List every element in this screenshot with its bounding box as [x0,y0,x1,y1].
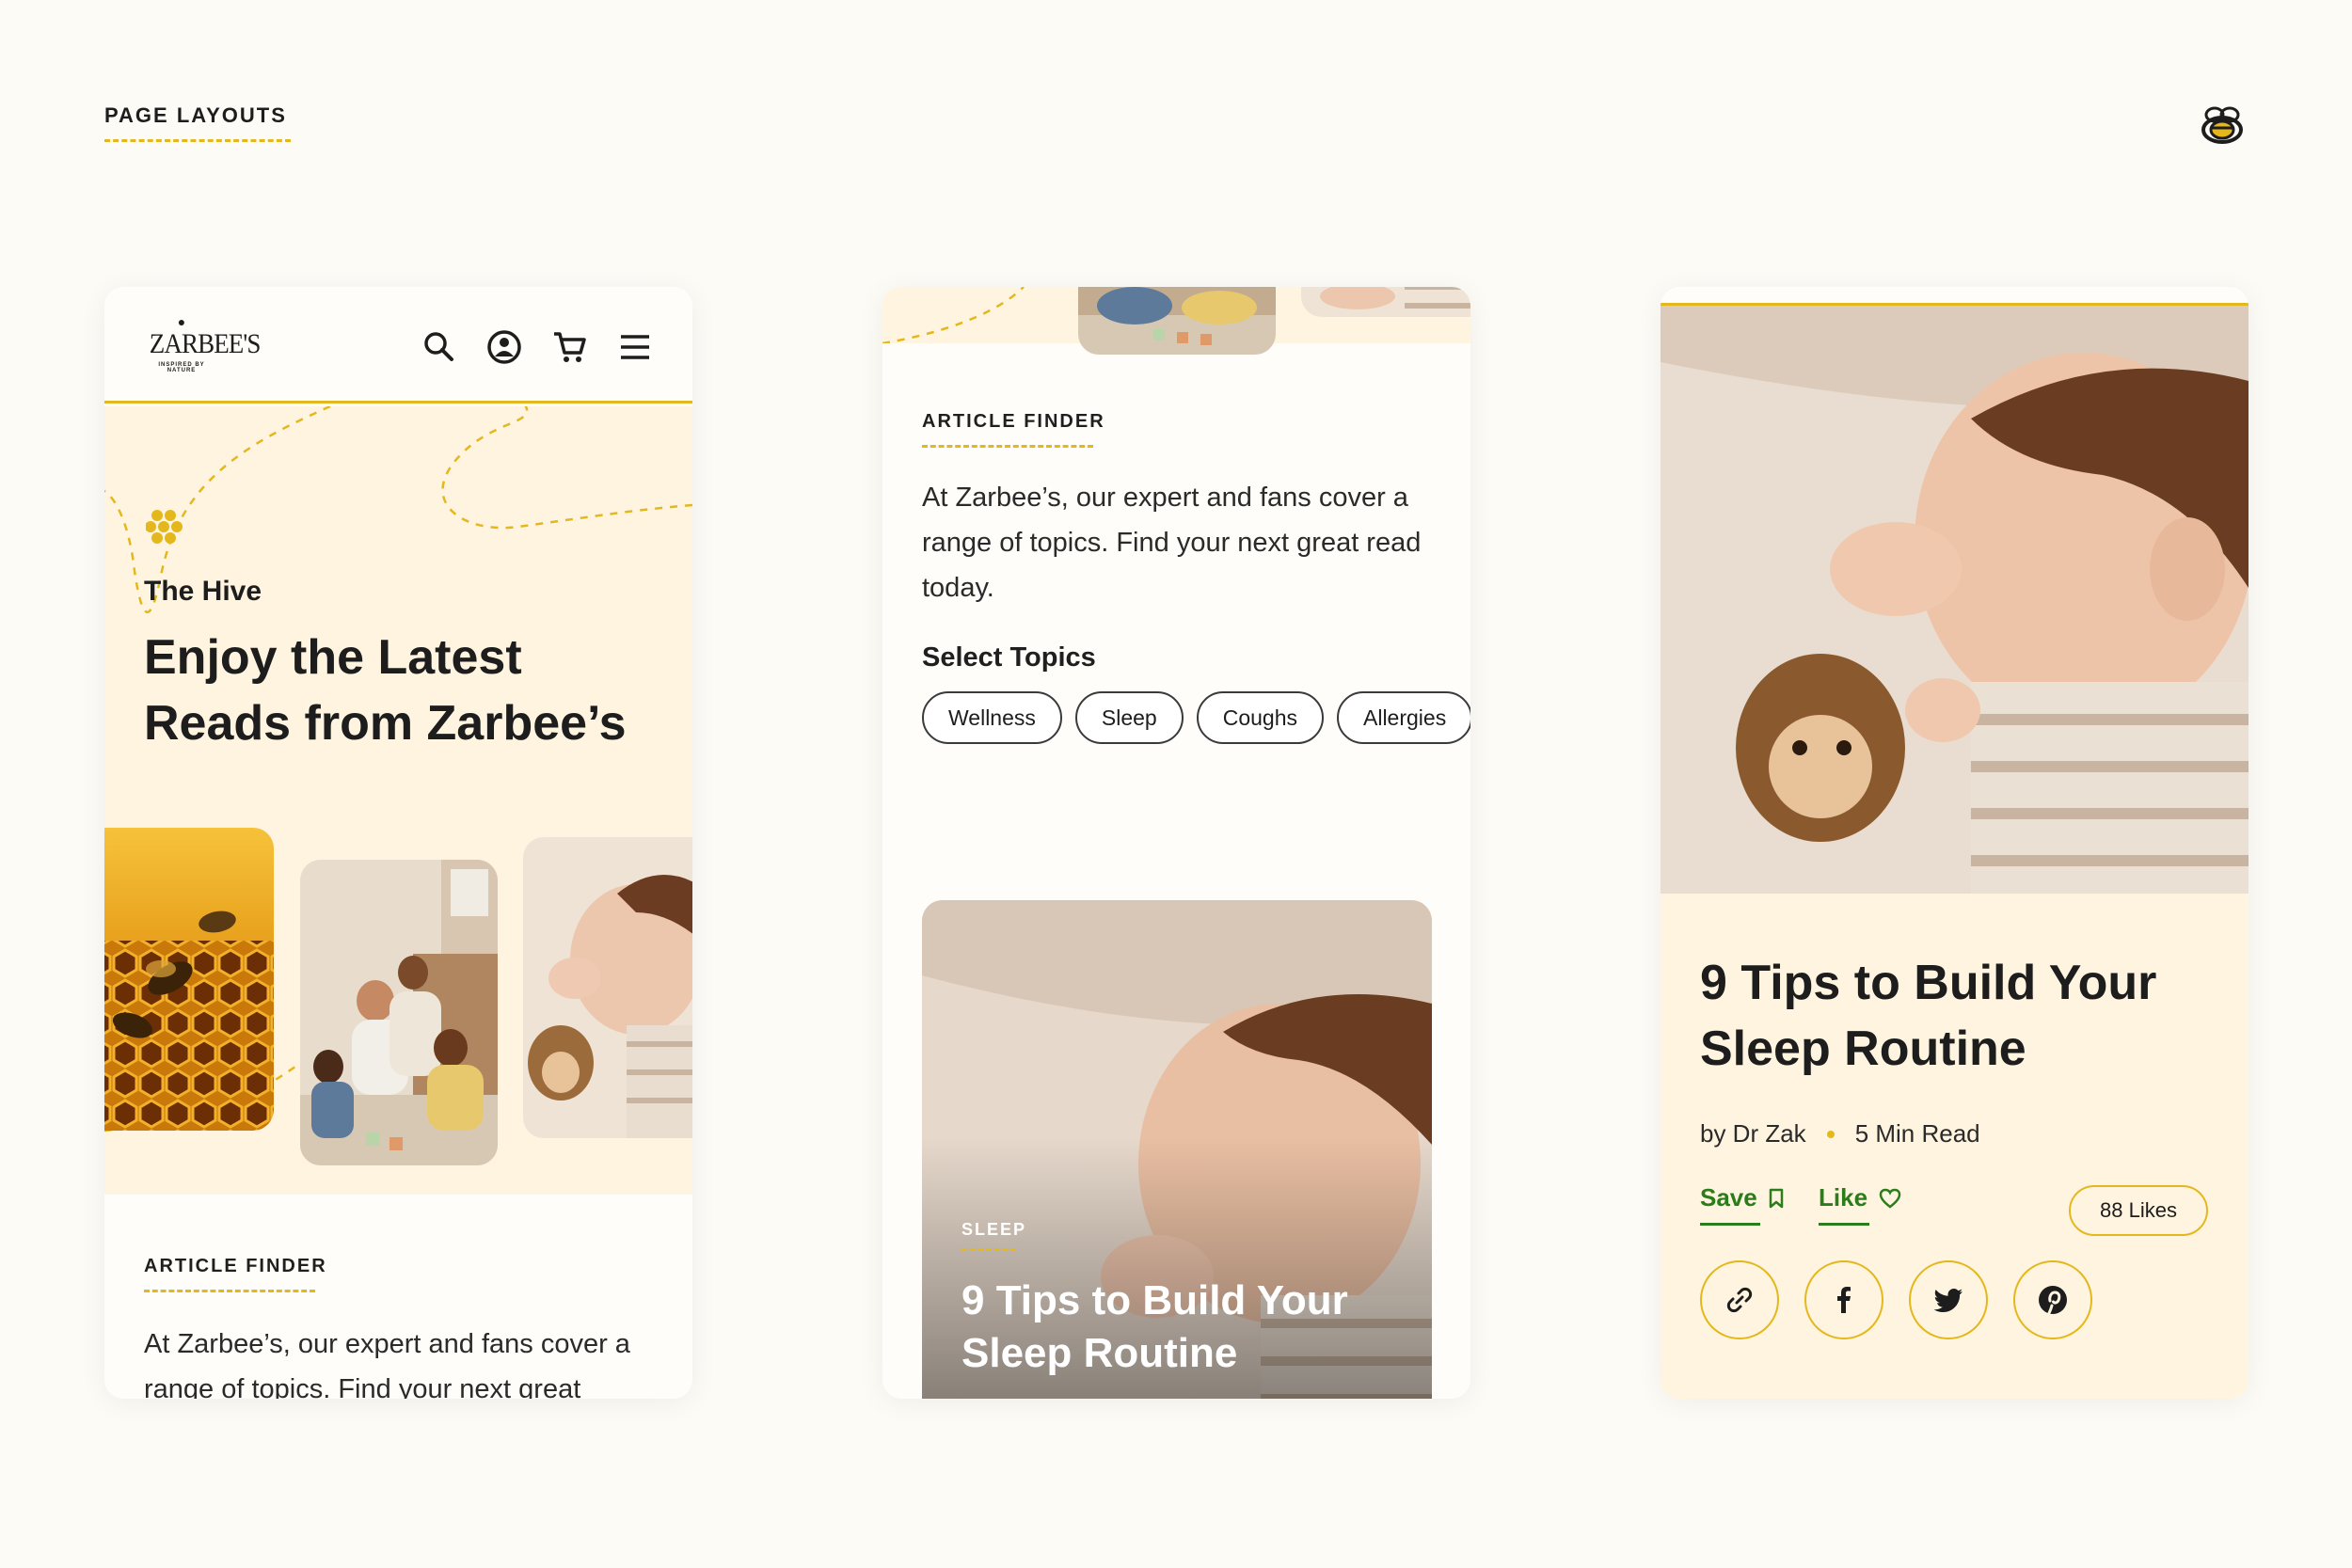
hero-kicker: The Hive [144,576,262,607]
cart-icon[interactable] [550,328,588,366]
hero-title: Enjoy the Latest Reads from Zarbee’s [144,630,627,751]
logo-bee-icon: ● [177,314,186,329]
like-underline [1819,1223,1869,1226]
article-category: SLEEP [961,1220,1027,1239]
link-icon [1726,1287,1753,1313]
topic-chip-coughs[interactable]: Coughs [1196,691,1324,744]
likes-count-badge: 88 Likes [2069,1185,2208,1236]
honeycomb-photo[interactable] [104,828,274,1131]
article-finder-label: ARTICLE FINDER [922,411,1105,432]
article-meta: by Dr Zak 5 Min Read [1700,1119,1980,1148]
copy-link-button[interactable] [1700,1260,1779,1339]
facebook-share-button[interactable] [1804,1260,1883,1339]
sleeping-baby-photo[interactable] [523,837,692,1138]
like-label: Like [1819,1183,1868,1212]
meta-separator-dot [1826,1130,1835,1138]
hero-section: The Hive Enjoy the Latest Reads from Zar… [104,406,692,1195]
article-read-time: 5 Min Read [1854,1119,1980,1148]
site-header: ● ZARBEE'S INSPIRED BY NATURE [104,287,692,404]
like-button[interactable]: Like [1819,1183,1901,1212]
article-header: 9 Tips to Build Your Sleep Routine by Dr… [1661,894,2249,1399]
account-icon[interactable] [485,328,523,366]
pinterest-share-button[interactable] [2013,1260,2092,1339]
article-finder-underline [144,1290,315,1292]
article-finder-description: At Zarbee’s, our expert and fans cover a… [144,1329,630,1399]
topic-chip-wellness[interactable]: Wellness [922,691,1062,744]
save-label: Save [1700,1183,1757,1212]
select-topics-label: Select Topics [922,642,1096,673]
section-label-underline [104,139,291,142]
topic-chip-allergies[interactable]: Allergies [1337,691,1470,744]
family-play-photo[interactable] [300,860,498,1165]
category-underline [961,1248,1016,1251]
article-finder-label: ARTICLE FINDER [144,1256,327,1276]
mobile-article-finder-layout: ARTICLE FINDER At Zarbee’s, our expert a… [882,287,1470,1399]
family-play-photo[interactable] [1078,287,1276,355]
search-icon[interactable] [421,328,458,366]
article-finder-underline [922,445,1093,448]
sleeping-baby-photo [1661,303,2249,894]
save-underline [1700,1223,1760,1226]
topic-chip-sleep[interactable]: Sleep [1074,691,1184,744]
pinterest-icon [2039,1286,2067,1315]
twitter-icon [1933,1289,1963,1312]
honeycomb-icon [146,510,183,544]
featured-article-title[interactable]: 9 Tips to Build Your Sleep Routine [961,1275,1404,1380]
zarbees-logo[interactable]: ● ZARBEE'S INSPIRED BY NATURE [146,314,262,383]
twitter-share-button[interactable] [1909,1260,1988,1339]
article-author[interactable]: by Dr Zak [1700,1119,1806,1148]
mobile-article-detail-layout: 9 Tips to Build Your Sleep Routine by Dr… [1661,287,2249,1399]
bookmark-icon [1769,1188,1783,1208]
logo-wordmark: ZARBEE'S [149,328,262,359]
heart-icon [1879,1188,1901,1209]
sleeping-baby-photo[interactable] [1301,287,1470,317]
facebook-icon [1837,1287,1851,1313]
article-finder-description: At Zarbee’s, our expert and fans cover a… [922,483,1422,603]
bee-icon [2201,106,2243,144]
save-button[interactable]: Save [1700,1183,1784,1212]
topic-chips: Wellness Sleep Coughs Allergies [922,691,1470,744]
page-section-label: PAGE LAYOUTS [104,103,287,127]
logo-tagline: INSPIRED BY NATURE [158,362,205,373]
menu-icon[interactable] [616,328,654,366]
featured-article-card[interactable]: SLEEP 9 Tips to Build Your Sleep Routine [922,900,1432,1399]
mobile-home-layout: ● ZARBEE'S INSPIRED BY NATURE The Hive E… [104,287,692,1399]
article-title: 9 Tips to Build Your Sleep Routine [1700,956,2157,1076]
